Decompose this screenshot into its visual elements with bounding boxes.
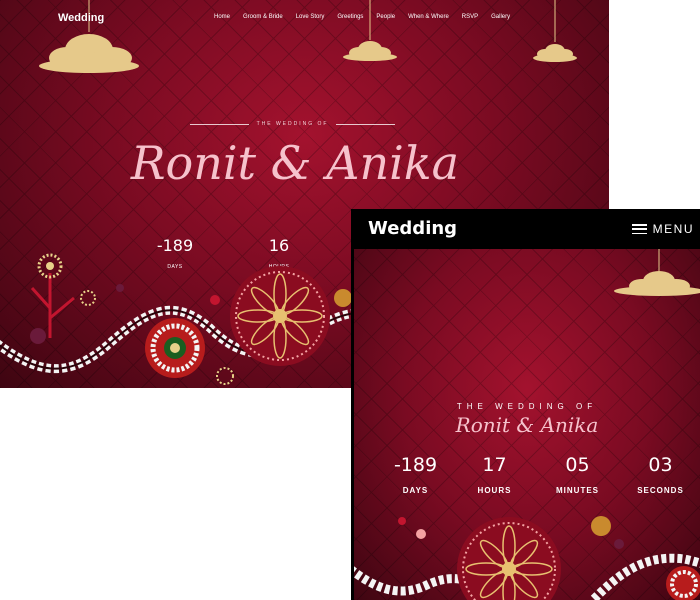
hamburger-icon <box>631 224 647 234</box>
mobile-couple-names: Ronit & Anika <box>455 413 599 437</box>
mobile-folk-art-decoration <box>354 516 700 600</box>
nav-people[interactable]: People <box>376 14 395 20</box>
mobile-preview: Wedding MENU THE WEDDING OF Ronit & Anik… <box>351 209 700 600</box>
mobile-site-logo[interactable]: Wedding <box>368 218 457 239</box>
mobile-hero: THE WEDDING OF Ronit & Anika -189 DAYS 1… <box>354 249 700 600</box>
mobile-countdown-minutes: 05 MINUTES <box>536 454 619 495</box>
mobile-countdown-hours-label: HOURS <box>477 486 512 495</box>
mobile-countdown-days-label: DAYS <box>402 486 429 495</box>
main-nav: Home Groom & Bride Love Story Greetings … <box>214 14 523 20</box>
mobile-countdown-days-value: -189 <box>393 454 438 476</box>
nav-gallery[interactable]: Gallery <box>491 14 510 20</box>
mobile-hanging-cloud <box>614 249 700 296</box>
mobile-countdown-seconds-label: SECONDS <box>637 486 684 495</box>
nav-groom-bride[interactable]: Groom & Bride <box>243 14 283 20</box>
mobile-countdown-minutes-label: MINUTES <box>556 486 599 495</box>
mobile-countdown-hours: 17 HOURS <box>453 454 536 495</box>
site-logo[interactable]: Wedding <box>58 12 104 24</box>
mobile-countdown: -189 DAYS 17 HOURS 05 MINUTES 03 SECONDS <box>374 454 700 495</box>
nav-love-story[interactable]: Love Story <box>296 14 325 20</box>
hanging-cloud-center <box>343 0 397 61</box>
couple-names: Ronit & Anika <box>130 136 460 190</box>
eyebrow-text: THE WEDDING OF <box>256 121 329 127</box>
mobile-header: Wedding MENU <box>351 209 700 249</box>
mobile-countdown-minutes-value: 05 <box>565 454 590 476</box>
eyebrow-line-left <box>190 123 249 125</box>
nav-when-where[interactable]: When & Where <box>408 14 449 20</box>
mobile-countdown-seconds: 03 SECONDS <box>619 454 700 495</box>
hero-eyebrow: THE WEDDING OF <box>190 121 396 127</box>
mobile-countdown-seconds-value: 03 <box>648 454 673 476</box>
menu-button[interactable]: MENU <box>631 222 694 236</box>
mobile-countdown-days: -189 DAYS <box>374 454 457 495</box>
menu-label: MENU <box>652 222 694 236</box>
eyebrow-line-right <box>336 123 396 125</box>
hanging-cloud-right <box>533 0 577 62</box>
nav-rsvp[interactable]: RSVP <box>462 14 478 20</box>
mobile-countdown-hours-value: 17 <box>482 454 507 476</box>
nav-home[interactable]: Home <box>214 14 230 20</box>
nav-greetings[interactable]: Greetings <box>337 14 363 20</box>
mobile-eyebrow: THE WEDDING OF <box>456 402 598 411</box>
